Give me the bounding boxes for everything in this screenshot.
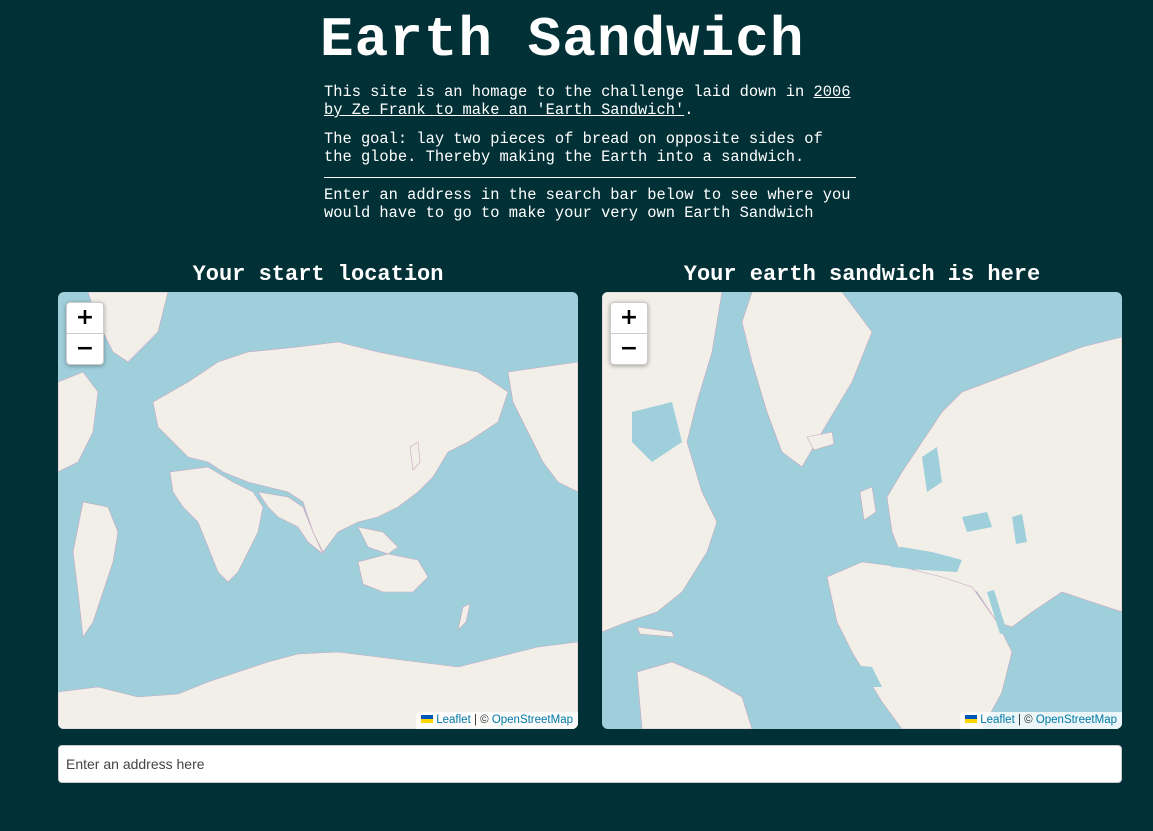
- openstreetmap-link[interactable]: OpenStreetMap: [1036, 714, 1117, 726]
- minus-icon[interactable]: −: [611, 334, 647, 364]
- world-map-tiles: [58, 292, 578, 729]
- world-map-tiles: [602, 292, 1122, 729]
- address-search-input[interactable]: [58, 745, 1122, 783]
- ukraine-flag-icon: [421, 714, 434, 723]
- sandwich-map-zoom-control: + −: [610, 302, 648, 365]
- instructions-paragraph: Enter an address in the search bar below…: [324, 186, 851, 222]
- intro-end: .: [684, 101, 694, 119]
- earth-sandwich-map[interactable]: + − Leaflet | © OpenStreetMap: [602, 292, 1122, 729]
- attribution-separator: | ©: [470, 714, 492, 726]
- attribution-separator: | ©: [1014, 714, 1036, 726]
- ukraine-flag-icon: [965, 714, 978, 723]
- intro-text: This site is an homage to the challenge …: [324, 83, 814, 101]
- plus-icon[interactable]: +: [611, 303, 647, 334]
- sandwich-map-title: Your earth sandwich is here: [683, 262, 1041, 287]
- leaflet-link[interactable]: Leaflet: [436, 714, 471, 726]
- start-map-zoom-control: + −: [66, 302, 104, 365]
- goal-paragraph: The goal: lay two pieces of bread on opp…: [324, 130, 823, 166]
- start-location-map[interactable]: + − Leaflet | © OpenStreetMap: [58, 292, 578, 729]
- plus-icon[interactable]: +: [67, 303, 103, 334]
- divider: [324, 177, 856, 178]
- minus-icon[interactable]: −: [67, 334, 103, 364]
- openstreetmap-link[interactable]: OpenStreetMap: [492, 714, 573, 726]
- start-map-title: Your start location: [192, 262, 444, 287]
- start-map-attribution: Leaflet | © OpenStreetMap: [416, 712, 578, 729]
- leaflet-link[interactable]: Leaflet: [980, 714, 1015, 726]
- sandwich-map-attribution: Leaflet | © OpenStreetMap: [960, 712, 1122, 729]
- page-title: Earth Sandwich: [320, 8, 805, 72]
- intro-paragraph: This site is an homage to the challenge …: [324, 83, 856, 119]
